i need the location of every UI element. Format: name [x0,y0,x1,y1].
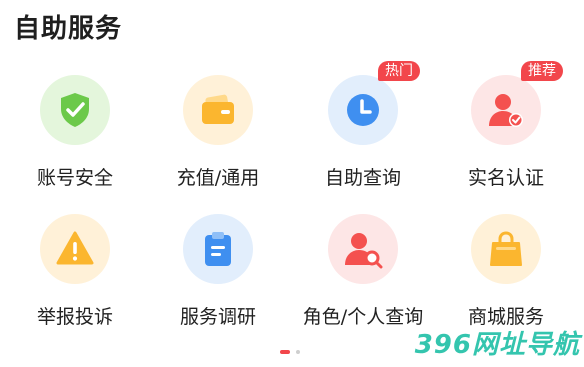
service-label: 账号安全 [36,167,113,189]
recommend-badge: 推荐 [521,61,563,81]
warning-icon [56,231,94,265]
user-search-icon [345,233,383,269]
service-real-name[interactable]: 推荐 实名认证 [433,61,579,215]
shopping-bag-icon [490,231,522,266]
wallet-icon [202,94,234,124]
service-recharge[interactable]: 充值/通用 [145,75,291,215]
clock-icon [347,94,379,126]
service-self-query[interactable]: 热门 自助查询 [290,61,436,215]
service-survey[interactable]: 服务调研 [145,214,291,354]
page-dot-active[interactable] [280,350,290,354]
service-label: 充值/通用 [176,167,260,189]
service-label: 实名认证 [467,167,544,189]
service-label: 举报投诉 [36,306,113,328]
service-account-security[interactable]: 账号安全 [2,75,148,215]
service-label: 自助查询 [324,167,401,189]
shield-check-icon [61,93,89,127]
page-dot[interactable] [296,350,300,354]
watermark: 396网址导航 [414,330,580,360]
service-label: 服务调研 [179,306,256,328]
user-verified-icon [489,94,523,127]
service-report[interactable]: 举报投诉 [2,214,148,354]
section-title: 自助服务 [14,14,123,44]
hot-badge: 热门 [378,61,420,81]
clipboard-icon [205,232,231,266]
